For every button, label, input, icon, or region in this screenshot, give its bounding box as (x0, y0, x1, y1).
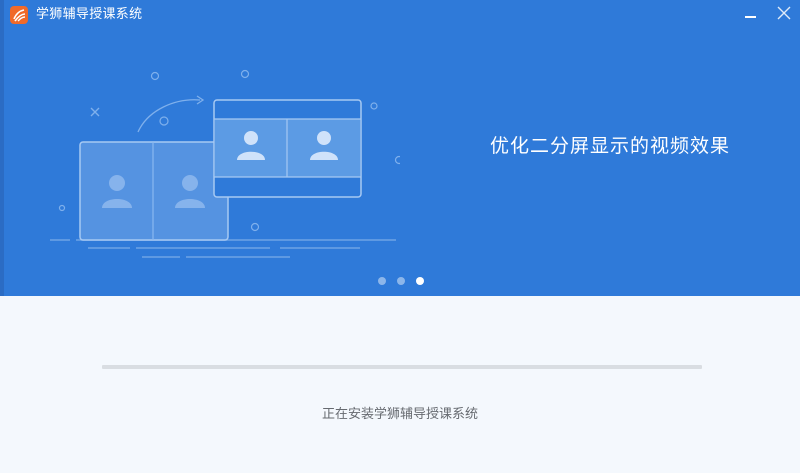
feature-banner: 学狮辅导授课系统 优化二分屏显示的视频效果 (0, 0, 800, 296)
screen-right (213, 99, 362, 198)
window-title: 学狮辅导授课系统 (36, 7, 143, 22)
deco-circle (394, 155, 400, 165)
install-progress-bar (102, 365, 702, 369)
minimize-button[interactable] (740, 4, 762, 24)
carousel-dot[interactable] (397, 277, 405, 285)
minimize-icon (745, 16, 756, 18)
arrow-arc (137, 99, 201, 133)
close-button[interactable] (773, 4, 795, 24)
deco-circle (58, 204, 66, 212)
deco-cross-icon (90, 107, 100, 117)
screen-left (79, 141, 229, 241)
title-bar[interactable]: 学狮辅导授课系统 (0, 0, 800, 30)
close-icon (777, 6, 791, 20)
app-logo-icon (10, 6, 28, 24)
carousel-dot[interactable] (378, 277, 386, 285)
deco-circle (240, 69, 250, 79)
deco-circle (150, 71, 160, 81)
floor-lines (50, 239, 396, 258)
installer-window: 学狮辅导授课系统 优化二分屏显示的视频效果 正在安装学狮辅导授课系统 (0, 0, 800, 473)
feature-slogan: 优化二分屏显示的视频效果 (490, 135, 731, 157)
carousel-dot[interactable] (416, 277, 424, 285)
deco-circle (159, 116, 169, 126)
install-status: 正在安装学狮辅导授课系统 (321, 407, 478, 422)
deco-circle (250, 222, 260, 232)
banner-left-edge (0, 0, 4, 296)
split-screen-illustration (50, 69, 400, 258)
deco-circle (370, 102, 378, 110)
